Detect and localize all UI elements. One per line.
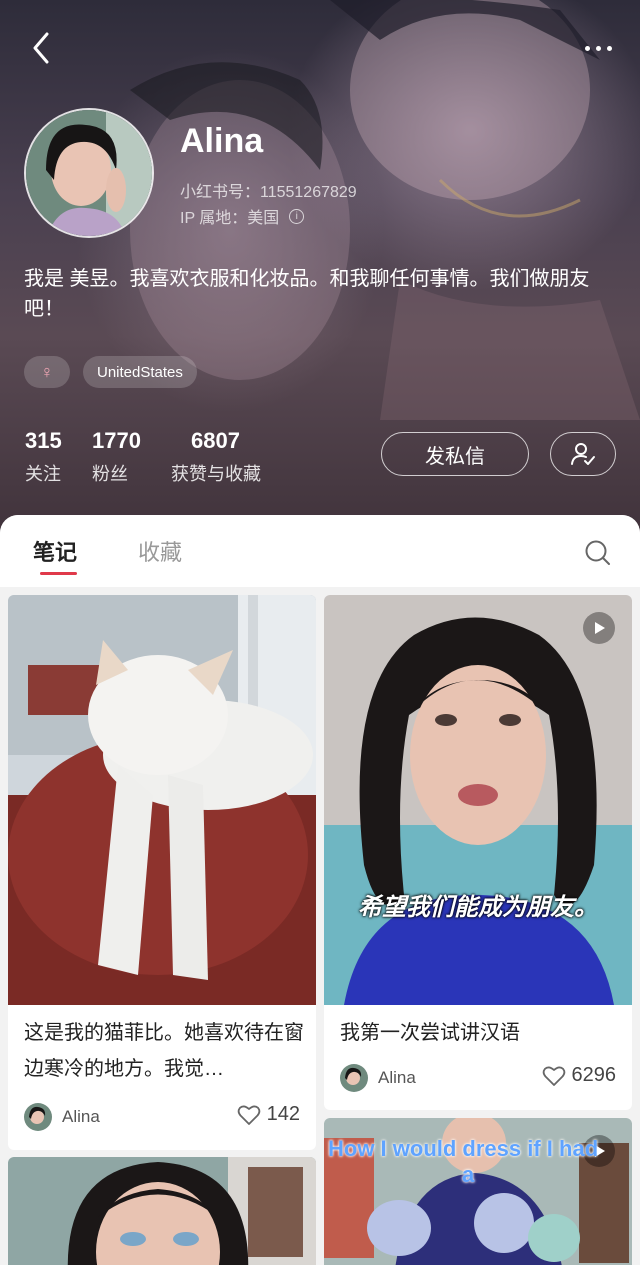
video-caption-overlay: 希望我们能成为朋友。	[358, 894, 598, 921]
note-cover-image	[8, 1157, 316, 1265]
note-cover-image	[8, 595, 316, 1005]
note-title: 我第一次尝试讲汉语	[340, 1022, 520, 1044]
video-indicator	[583, 612, 615, 644]
tab-bar: 笔记 收藏	[0, 515, 640, 587]
note-card[interactable]: How I would dress if I had a	[324, 1118, 632, 1265]
ip-location-text: IP 属地：美国	[180, 210, 280, 227]
author-name: Alina	[378, 1068, 416, 1087]
back-icon	[33, 32, 49, 64]
play-icon	[595, 622, 605, 634]
tab-collections[interactable]: 收藏	[138, 535, 182, 567]
avatar-image	[26, 110, 152, 236]
stat-label: 关注	[25, 464, 61, 484]
profile-username: Alina	[180, 122, 264, 160]
author-avatar-image	[24, 1103, 52, 1131]
more-icon-dot	[606, 45, 612, 51]
ip-location: IP 属地：美国 i	[180, 204, 305, 228]
note-cover-image	[324, 595, 632, 1005]
stat-label: 获赞与收藏	[171, 464, 261, 484]
stat-value: 6807	[191, 428, 240, 453]
active-tab-indicator	[40, 572, 77, 575]
red-id: 小红书号：11551267829	[180, 184, 357, 201]
more-options-button[interactable]	[578, 36, 618, 60]
like-count: 6296	[571, 1064, 617, 1086]
follow-user-button[interactable]	[550, 432, 616, 476]
note-author[interactable]: Alina	[340, 1064, 416, 1092]
like-count: 142	[266, 1103, 300, 1125]
stat-label: 粉丝	[92, 464, 128, 484]
profile-avatar[interactable]	[24, 108, 154, 238]
like-button[interactable]: 6296	[542, 1064, 617, 1087]
video-caption-overlay-line2: a	[462, 1162, 475, 1187]
country-tag: UnitedStates	[83, 356, 197, 388]
author-avatar	[340, 1064, 368, 1092]
tab-notes[interactable]: 笔记	[33, 535, 77, 567]
author-name: Alina	[62, 1107, 100, 1126]
more-icon-dot	[595, 45, 601, 51]
stat-value: 315	[25, 428, 62, 453]
heart-icon	[237, 1105, 260, 1125]
stat-following[interactable]: 315 关注	[25, 428, 62, 486]
like-button[interactable]: 142	[237, 1103, 300, 1126]
female-icon: ♀	[40, 361, 54, 382]
video-caption-overlay: How I would dress if I had	[328, 1136, 599, 1161]
profile-bio: 我是 美昱。我喜欢衣服和化妆品。和我聊任何事情。我们做朋友吧！	[24, 268, 590, 320]
note-card[interactable]: 希望我们能成为朋友。 我第一次尝试讲汉语 Alina 6296	[324, 595, 632, 1110]
notes-panel: 笔记 收藏 这是我的猫菲比。她喜欢待在窗边寒冷的地方。我觉… Alina 142…	[0, 515, 640, 1265]
follow-user-icon	[571, 443, 595, 465]
more-icon	[584, 45, 590, 51]
search-button[interactable]	[584, 539, 612, 567]
info-icon[interactable]: i	[289, 208, 305, 224]
stat-value: 1770	[92, 428, 141, 453]
author-avatar-image	[340, 1064, 368, 1092]
stat-likes-and-collections[interactable]: 6807 获赞与收藏	[171, 428, 261, 486]
gender-tag: ♀	[24, 356, 70, 388]
back-button[interactable]	[26, 30, 56, 66]
note-card[interactable]	[8, 1157, 316, 1265]
heart-icon	[542, 1066, 565, 1086]
note-author[interactable]: Alina	[24, 1103, 100, 1131]
stat-followers[interactable]: 1770 粉丝	[92, 428, 141, 486]
send-message-button[interactable]: 发私信	[381, 432, 529, 476]
note-card[interactable]: 这是我的猫菲比。她喜欢待在窗边寒冷的地方。我觉… Alina 142	[8, 595, 316, 1150]
search-icon	[585, 540, 610, 565]
author-avatar	[24, 1103, 52, 1131]
note-title: 这是我的猫菲比。她喜欢待在窗边寒冷的地方。我觉…	[24, 1022, 304, 1080]
